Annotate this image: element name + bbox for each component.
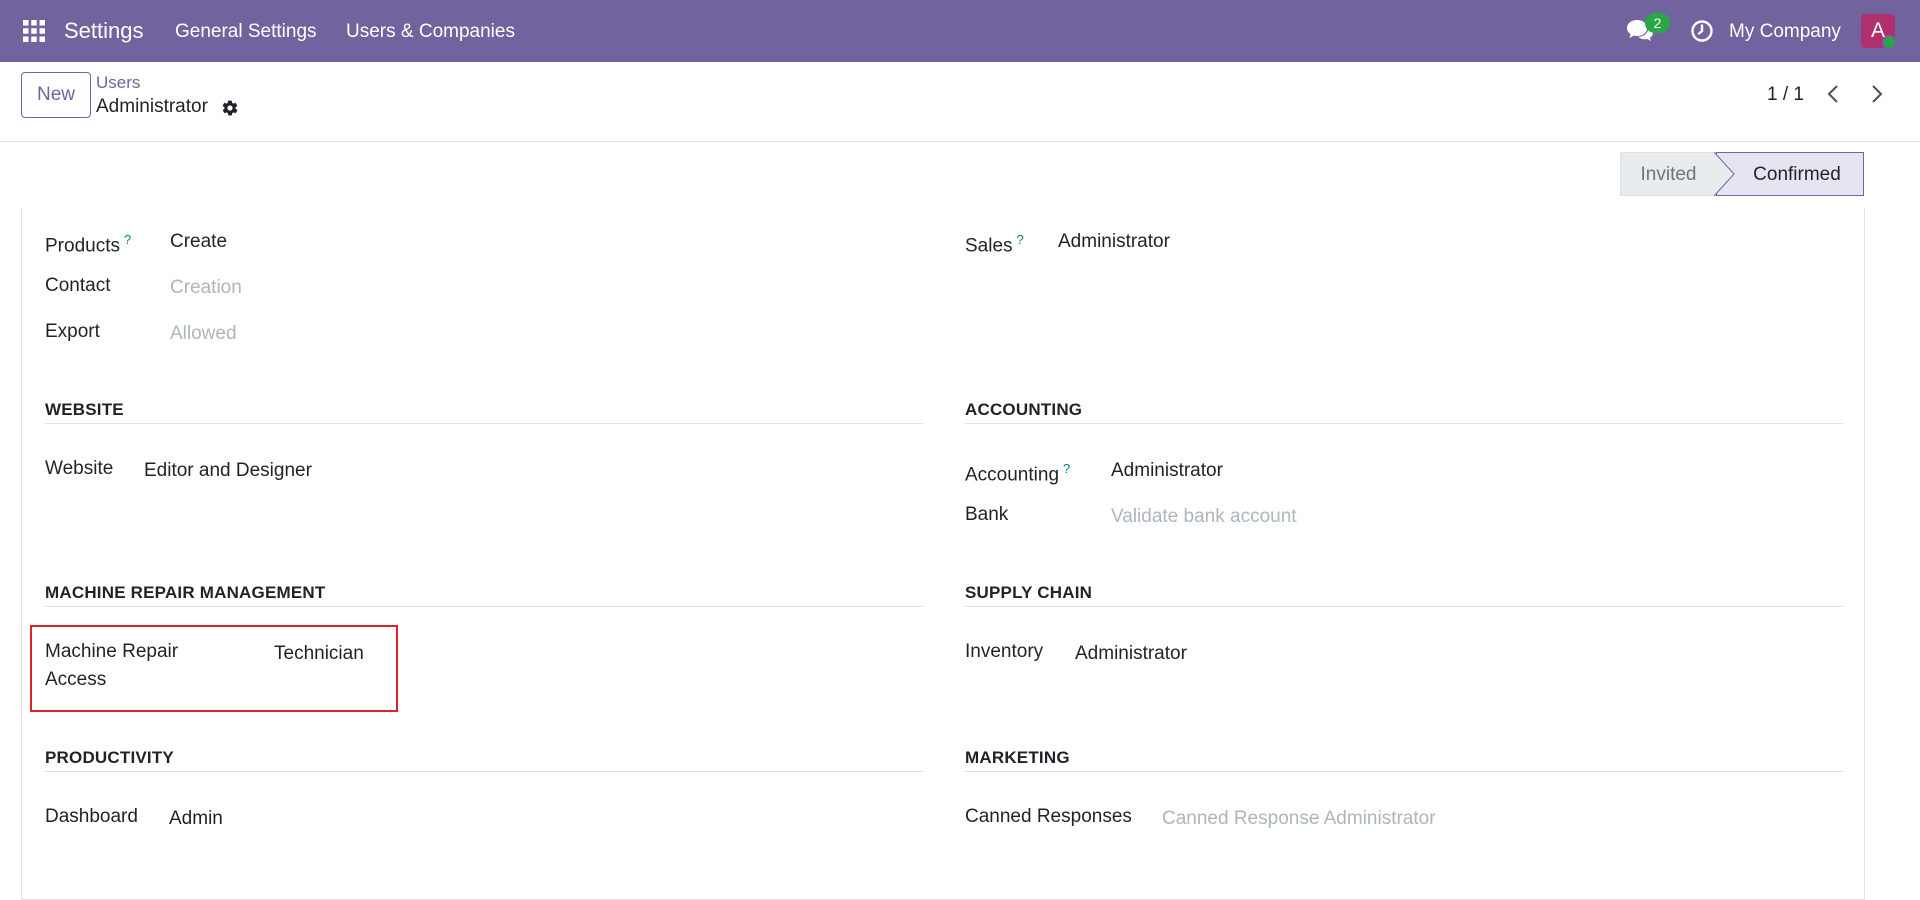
bank-label: Bank xyxy=(965,504,1009,525)
canned-responses-label: Canned Responses xyxy=(965,806,1132,827)
accounting-label: Accounting? xyxy=(965,455,1070,489)
messages-count-badge: 2 xyxy=(1645,13,1670,33)
status-arrow-icon xyxy=(1714,152,1735,196)
section-title-supply-chain: SUPPLY CHAIN xyxy=(965,583,1093,602)
canned-responses-field[interactable]: Canned Response Administrator xyxy=(1162,805,1436,833)
section-divider xyxy=(45,606,923,607)
section-title-website: WEBSITE xyxy=(45,400,124,419)
new-button[interactable]: New xyxy=(21,72,91,118)
sales-label: Sales? xyxy=(965,226,1024,260)
chevron-left-icon[interactable] xyxy=(1822,82,1846,106)
sales-help-icon[interactable]: ? xyxy=(1017,232,1024,247)
section-title-accounting: ACCOUNTING xyxy=(965,400,1083,419)
website-value[interactable]: Editor and Designer xyxy=(144,457,312,485)
products-label-text: Products xyxy=(45,235,120,257)
status-confirmed[interactable]: Confirmed xyxy=(1716,152,1864,196)
bank-field[interactable]: Validate bank account xyxy=(1111,503,1297,531)
status-bar: Invited Confirmed xyxy=(1620,152,1864,196)
export-field[interactable]: Allowed xyxy=(170,320,237,348)
inventory-value[interactable]: Administrator xyxy=(1075,640,1187,668)
website-label: Website xyxy=(45,458,114,479)
accounting-help-icon[interactable]: ? xyxy=(1063,461,1070,476)
products-label: Products? xyxy=(45,226,131,260)
sales-value[interactable]: Administrator xyxy=(1058,228,1170,256)
export-label: Export xyxy=(45,321,100,342)
section-title-machine-repair: MACHINE REPAIR MANAGEMENT xyxy=(45,583,326,602)
pager-value[interactable]: 1 / 1 xyxy=(1767,84,1804,106)
menu-users-companies[interactable]: Users & Companies xyxy=(346,21,515,43)
section-divider xyxy=(965,423,1843,424)
top-navbar: Settings General Settings Users & Compan… xyxy=(0,0,1920,62)
menu-general-settings[interactable]: General Settings xyxy=(175,21,317,43)
form-sheet: Products? Create Contact Creation Export… xyxy=(21,208,1865,900)
sales-label-text: Sales xyxy=(965,235,1013,257)
app-title[interactable]: Settings xyxy=(64,18,144,44)
section-divider xyxy=(965,771,1843,772)
inventory-label: Inventory xyxy=(965,641,1044,662)
apps-menu-icon[interactable] xyxy=(22,19,46,43)
chevron-right-icon[interactable] xyxy=(1864,82,1888,106)
section-title-productivity: PRODUCTIVITY xyxy=(45,748,174,767)
section-title-marketing: MARKETING xyxy=(965,748,1070,767)
products-value[interactable]: Create xyxy=(170,228,227,256)
accounting-label-text: Accounting xyxy=(965,464,1060,486)
dashboard-value[interactable]: Admin xyxy=(169,805,223,833)
status-invited[interactable]: Invited xyxy=(1620,152,1716,196)
section-divider xyxy=(45,423,923,424)
gear-icon[interactable] xyxy=(221,99,239,117)
highlight-box xyxy=(30,625,398,712)
activity-clock-icon[interactable] xyxy=(1690,19,1714,43)
control-panel: New Users Administrator 1 / 1 xyxy=(0,62,1920,142)
breadcrumb-current: Administrator xyxy=(96,96,208,117)
accounting-value[interactable]: Administrator xyxy=(1111,457,1223,485)
contact-label: Contact xyxy=(45,275,111,296)
company-switcher[interactable]: My Company xyxy=(1729,21,1841,43)
contact-field[interactable]: Creation xyxy=(170,274,242,302)
breadcrumb-users[interactable]: Users xyxy=(96,73,140,93)
section-divider xyxy=(965,606,1843,607)
products-help-icon[interactable]: ? xyxy=(124,232,131,247)
online-status-icon xyxy=(1882,35,1897,50)
section-divider xyxy=(45,771,923,772)
dashboard-label: Dashboard xyxy=(45,806,138,827)
